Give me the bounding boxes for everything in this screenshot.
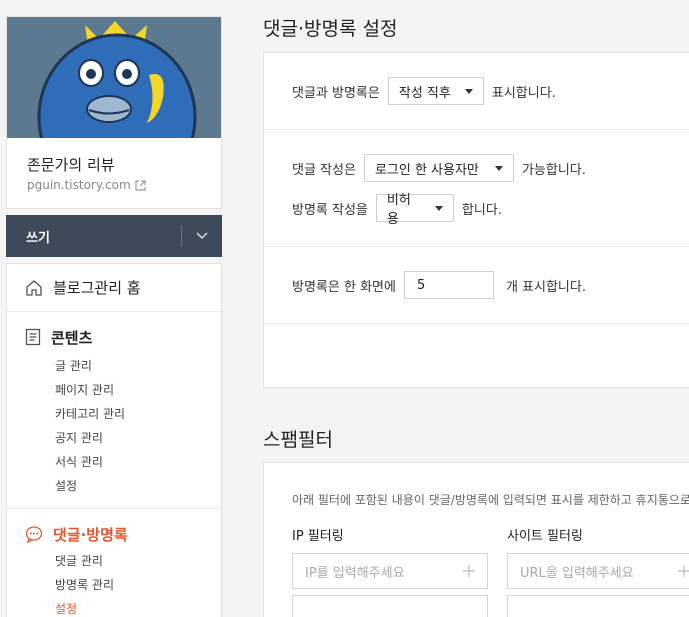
avatar[interactable] xyxy=(7,17,221,138)
sidebar-item-home[interactable]: 블로그관리 홈 xyxy=(7,264,221,312)
sidebar-subitem-categories[interactable]: 카테고리 관리 xyxy=(7,402,221,426)
site-filter-list[interactable] xyxy=(507,595,689,617)
sidebar-menu: 블로그관리 홈 콘텐츠 글 관리 페이지 관리 카테고리 관리 공지 관리 서식… xyxy=(6,263,222,617)
blog-url-link[interactable]: pguin.tistory.com xyxy=(27,178,146,192)
ip-filter-placeholder: IP를 입력해주세요 xyxy=(305,565,405,581)
caret-down-icon xyxy=(494,165,503,171)
display-setting-row: 댓글과 방명록은 작성 직후 표시합니다. xyxy=(292,77,556,105)
caret-down-icon xyxy=(464,88,473,94)
divider xyxy=(264,246,689,247)
sidebar-item-home-label: 블로그관리 홈 xyxy=(53,279,141,297)
site-filter-placeholder: URL을 입력해주세요 xyxy=(520,565,634,581)
per-page-suffix-label: 개 표시합니다. xyxy=(505,279,586,295)
write-bar: 쓰기 xyxy=(6,215,222,257)
display-prefix-label: 댓글과 방명록은 xyxy=(292,85,380,101)
spam-filter-title: 스팸필터 xyxy=(263,429,333,451)
guestbook-permission-select[interactable]: 비허용 xyxy=(375,193,454,227)
sidebar-subitem-guestbook-manage[interactable]: 방명록 관리 xyxy=(7,573,221,597)
site-filter-title: 사이트 필터링 xyxy=(507,529,583,544)
site-filter-input[interactable]: URL을 입력해주세요 xyxy=(507,553,689,589)
sidebar-item-contents[interactable]: 콘텐츠 xyxy=(7,326,221,348)
display-timing-value: 작성 직후 xyxy=(398,85,451,101)
ip-filter-input[interactable]: IP를 입력해주세요 xyxy=(292,553,488,589)
home-icon xyxy=(26,279,42,296)
comment-write-row: 댓글 작성은 로그인 한 사용자만 가능합니다. xyxy=(292,154,586,182)
sidebar-item-comments[interactable]: 댓글·방명록 xyxy=(7,523,221,545)
spam-filter-description: 아래 필터에 포함된 내용이 댓글/방명록에 입력되면 표시를 제한하고 휴지통… xyxy=(292,493,689,507)
divider xyxy=(264,323,689,324)
sidebar-subitem-comment-manage[interactable]: 댓글 관리 xyxy=(7,549,221,573)
sidebar-subitem-contents-settings[interactable]: 설정 xyxy=(7,474,221,498)
sidebar-subitem-posts[interactable]: 글 관리 xyxy=(7,354,221,378)
sidebar-item-contents-label: 콘텐츠 xyxy=(51,328,93,347)
comment-permission-value: 로그인 한 사용자만 xyxy=(374,162,479,178)
document-icon xyxy=(25,328,41,346)
display-suffix-label: 표시합니다. xyxy=(491,85,556,101)
plus-icon[interactable] xyxy=(463,565,475,577)
write-button[interactable]: 쓰기 xyxy=(6,227,181,246)
penguin-avatar-icon xyxy=(7,17,221,138)
guestbook-write-prefix-label: 방명록 작성을 xyxy=(292,202,368,218)
write-dropdown-button[interactable] xyxy=(182,232,222,240)
display-timing-select[interactable]: 작성 직후 xyxy=(387,77,484,105)
sidebar-subitem-notices[interactable]: 공지 관리 xyxy=(7,426,221,450)
blog-url-text: pguin.tistory.com xyxy=(27,178,131,192)
chevron-down-icon xyxy=(196,232,208,240)
sidebar-section-contents: 콘텐츠 글 관리 페이지 관리 카테고리 관리 공지 관리 서식 관리 설정 xyxy=(7,312,221,509)
plus-icon[interactable] xyxy=(678,565,689,577)
external-link-icon xyxy=(135,179,146,191)
ip-filter-list[interactable] xyxy=(292,595,488,617)
divider xyxy=(264,129,689,130)
comment-permission-select[interactable]: 로그인 한 사용자만 xyxy=(363,154,514,182)
comment-write-suffix-label: 가능합니다. xyxy=(521,162,586,178)
page-title: 댓글·방명록 설정 xyxy=(263,18,398,40)
caret-down-icon xyxy=(434,205,443,211)
guestbook-write-row: 방명록 작성을 비허용 합니다. xyxy=(292,193,502,227)
sidebar-item-comments-label: 댓글·방명록 xyxy=(53,525,128,544)
guestbook-permission-value: 비허용 xyxy=(386,193,411,227)
sidebar-subitem-pages[interactable]: 페이지 관리 xyxy=(7,378,221,402)
blog-profile-card: 존문가의 리뷰 pguin.tistory.com xyxy=(6,16,222,209)
settings-card: 댓글과 방명록은 작성 직후 표시합니다. 댓글 작성은 로그인 한 사용자만 … xyxy=(263,52,689,388)
guestbook-write-suffix-label: 합니다. xyxy=(461,202,502,218)
sidebar-subitem-templates[interactable]: 서식 관리 xyxy=(7,450,221,474)
sidebar-subitem-comments-settings[interactable]: 설정 xyxy=(7,597,221,617)
speech-bubble-icon xyxy=(25,526,43,543)
spam-filter-card: 아래 필터에 포함된 내용이 댓글/방명록에 입력되면 표시를 제한하고 휴지통… xyxy=(263,462,689,617)
per-page-prefix-label: 방명록은 한 화면에 xyxy=(292,279,396,295)
ip-filter-title: IP 필터링 xyxy=(292,529,344,544)
blog-name[interactable]: 존문가의 리뷰 xyxy=(27,154,115,175)
per-page-row: 방명록은 한 화면에 개 표시합니다. xyxy=(292,271,586,299)
per-page-input[interactable] xyxy=(403,271,494,299)
sidebar-section-comments: 댓글·방명록 댓글 관리 방명록 관리 설정 xyxy=(7,509,221,617)
comment-write-prefix-label: 댓글 작성은 xyxy=(292,162,356,178)
